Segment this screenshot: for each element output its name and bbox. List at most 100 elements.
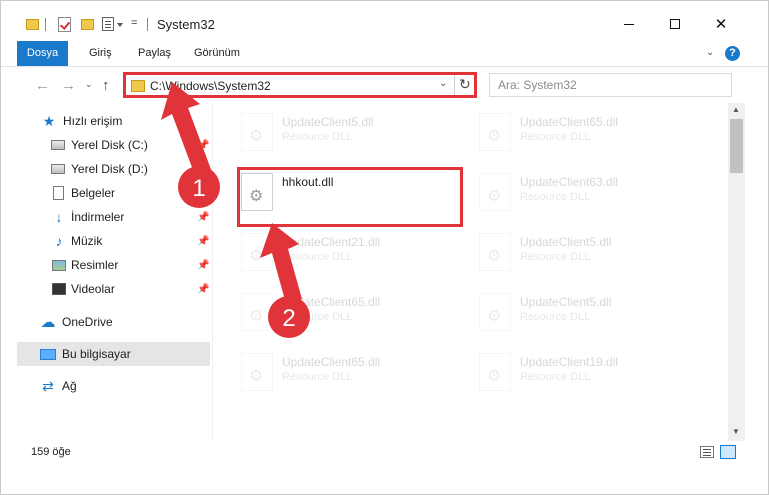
forward-button[interactable]: →	[61, 77, 76, 94]
sidebar-item-downloads[interactable]: ↓ İndirmeler 📌	[17, 205, 210, 229]
folder-icon	[131, 80, 145, 92]
sidebar-item-onedrive[interactable]: ☁ OneDrive	[17, 310, 210, 334]
file-item[interactable]: UpdateClient21.dll Resource DLL	[237, 227, 462, 277]
chevron-down-icon[interactable]	[117, 23, 123, 27]
file-item[interactable]: UpdateClient5.dll Resource DLL	[475, 287, 700, 337]
file-name: UpdateClient5.dll	[520, 235, 612, 249]
sidebar-item-label: Yerel Disk (C:)	[71, 138, 148, 152]
file-item[interactable]: UpdateClient19.dll Resource DLL	[475, 347, 700, 397]
recent-locations-icon[interactable]: ⌄	[85, 79, 93, 90]
file-description: Resource DLL	[282, 371, 353, 383]
tab-view[interactable]: Görünüm	[194, 41, 240, 66]
pin-icon[interactable]: 📌	[197, 188, 209, 199]
new-folder-icon[interactable]	[81, 19, 94, 30]
cloud-icon: ☁	[40, 314, 56, 331]
scroll-thumb[interactable]	[730, 119, 743, 173]
dll-file-icon	[241, 353, 273, 391]
pictures-icon	[52, 259, 66, 271]
properties-check-icon[interactable]	[58, 17, 71, 32]
file-name: UpdateClient19.dll	[520, 355, 619, 369]
up-button[interactable]: ↑	[102, 77, 110, 94]
sidebar-item-videos[interactable]: Videolar 📌	[17, 277, 210, 301]
item-count: 159 öğe	[31, 446, 71, 458]
tab-share[interactable]: Paylaş	[138, 41, 171, 66]
file-item[interactable]: UpdateClient5.dll Resource DLL	[237, 107, 462, 157]
sidebar-item-label: Hızlı erişim	[63, 114, 123, 128]
properties-icon[interactable]	[102, 17, 114, 31]
divider	[45, 18, 46, 31]
sidebar-item-label: Yerel Disk (D:)	[71, 162, 148, 176]
close-icon: ✕	[714, 16, 728, 33]
pin-icon[interactable]: 📌	[197, 236, 209, 247]
file-description: Resource DLL	[520, 131, 591, 143]
address-path[interactable]: C:\Windows\System32	[150, 79, 271, 93]
file-description: Resource DLL	[520, 191, 591, 203]
ribbon-expand-icon[interactable]: ⌄	[706, 47, 714, 58]
pin-icon[interactable]: 📌	[197, 212, 209, 223]
pin-icon[interactable]: 📌	[197, 260, 209, 271]
pin-icon[interactable]: 📌	[197, 164, 209, 175]
vertical-scrollbar[interactable]: ▲ ▼	[728, 103, 745, 441]
maximize-button[interactable]	[652, 9, 698, 39]
sidebar-item-network[interactable]: ⇄ Ağ	[17, 374, 210, 398]
dll-file-icon	[479, 293, 511, 331]
file-description: Resource DLL	[282, 131, 353, 143]
sidebar-item-documents[interactable]: Belgeler 📌	[17, 181, 210, 205]
sidebar-item-pictures[interactable]: Resimler 📌	[17, 253, 210, 277]
ribbon-tabs: Dosya Giriş Paylaş Görünüm ⌄ ?	[1, 41, 768, 67]
sidebar-item-drive-c[interactable]: Yerel Disk (C:) 📌	[17, 133, 210, 157]
sidebar-item-label: Bu bilgisayar	[62, 347, 131, 361]
pin-icon[interactable]: 📌	[197, 284, 209, 295]
quick-access-customize[interactable]: =	[131, 17, 137, 29]
dll-file-icon	[479, 113, 511, 151]
maximize-icon	[670, 19, 680, 29]
address-bar[interactable]: C:\Windows\System32 ⌄ ↻	[123, 72, 477, 98]
tab-file[interactable]: Dosya	[17, 41, 68, 66]
file-item[interactable]: UpdateClient5.dll Resource DLL	[475, 227, 700, 277]
window-title: System32	[157, 17, 215, 32]
tab-home[interactable]: Giriş	[89, 41, 112, 66]
file-name: UpdateClient63.dll	[520, 175, 619, 189]
dll-file-icon	[241, 113, 273, 151]
file-item[interactable]: UpdateClient65.dll Resource DLL	[237, 287, 462, 337]
file-description: Resource DLL	[520, 251, 591, 263]
scroll-up-icon[interactable]: ▲	[732, 105, 740, 114]
file-description: Resource DLL	[520, 371, 591, 383]
dll-file-icon	[479, 173, 511, 211]
search-input[interactable]: Ara: System32	[489, 73, 732, 97]
refresh-icon[interactable]: ↻	[459, 76, 471, 93]
file-item[interactable]: UpdateClient65.dll Resource DLL	[237, 347, 462, 397]
dll-file-icon	[479, 233, 511, 271]
sidebar-item-this-pc[interactable]: Bu bilgisayar	[17, 342, 210, 366]
sidebar-item-label: Belgeler	[71, 186, 116, 200]
close-button[interactable]: ✕	[698, 9, 744, 39]
file-description: Resource DLL	[520, 311, 591, 323]
file-name: UpdateClient21.dll	[282, 235, 381, 249]
help-icon[interactable]: ?	[725, 46, 740, 61]
minimize-icon	[624, 23, 634, 25]
minimize-button[interactable]	[606, 9, 652, 39]
file-name: UpdateClient5.dll	[520, 295, 612, 309]
navigation-bar: ← → ⌄ ↑ C:\Windows\System32 ⌄ ↻ Ara: Sys…	[1, 67, 768, 103]
music-icon: ♪	[55, 233, 63, 249]
sidebar-item-quick-access[interactable]: ★ Hızlı erişim	[17, 109, 210, 133]
file-item[interactable]: UpdateClient65.dll Resource DLL	[475, 107, 700, 157]
large-icons-view-icon[interactable]	[720, 445, 736, 459]
file-name: UpdateClient65.dll	[282, 355, 381, 369]
computer-icon	[40, 348, 56, 360]
scroll-down-icon[interactable]: ▼	[732, 427, 740, 436]
details-view-icon[interactable]	[700, 446, 714, 458]
sidebar-item-label: Resimler	[71, 258, 119, 272]
file-name: UpdateClient65.dll	[282, 295, 381, 309]
search-placeholder: Ara: System32	[498, 78, 577, 92]
dll-file-icon	[241, 293, 273, 331]
address-dropdown-icon[interactable]: ⌄	[439, 78, 447, 89]
file-name: UpdateClient5.dll	[282, 115, 374, 129]
sidebar-item-drive-d[interactable]: Yerel Disk (D:) 📌	[17, 157, 210, 181]
file-item[interactable]: UpdateClient63.dll Resource DLL	[475, 167, 700, 217]
status-bar: 159 öğe	[1, 441, 768, 465]
navigation-pane: ★ Hızlı erişim Yerel Disk (C:) 📌 Yerel D…	[17, 105, 212, 441]
pin-icon[interactable]: 📌	[197, 140, 209, 151]
back-button[interactable]: ←	[35, 77, 50, 94]
sidebar-item-music[interactable]: ♪ Müzik 📌	[17, 229, 210, 253]
